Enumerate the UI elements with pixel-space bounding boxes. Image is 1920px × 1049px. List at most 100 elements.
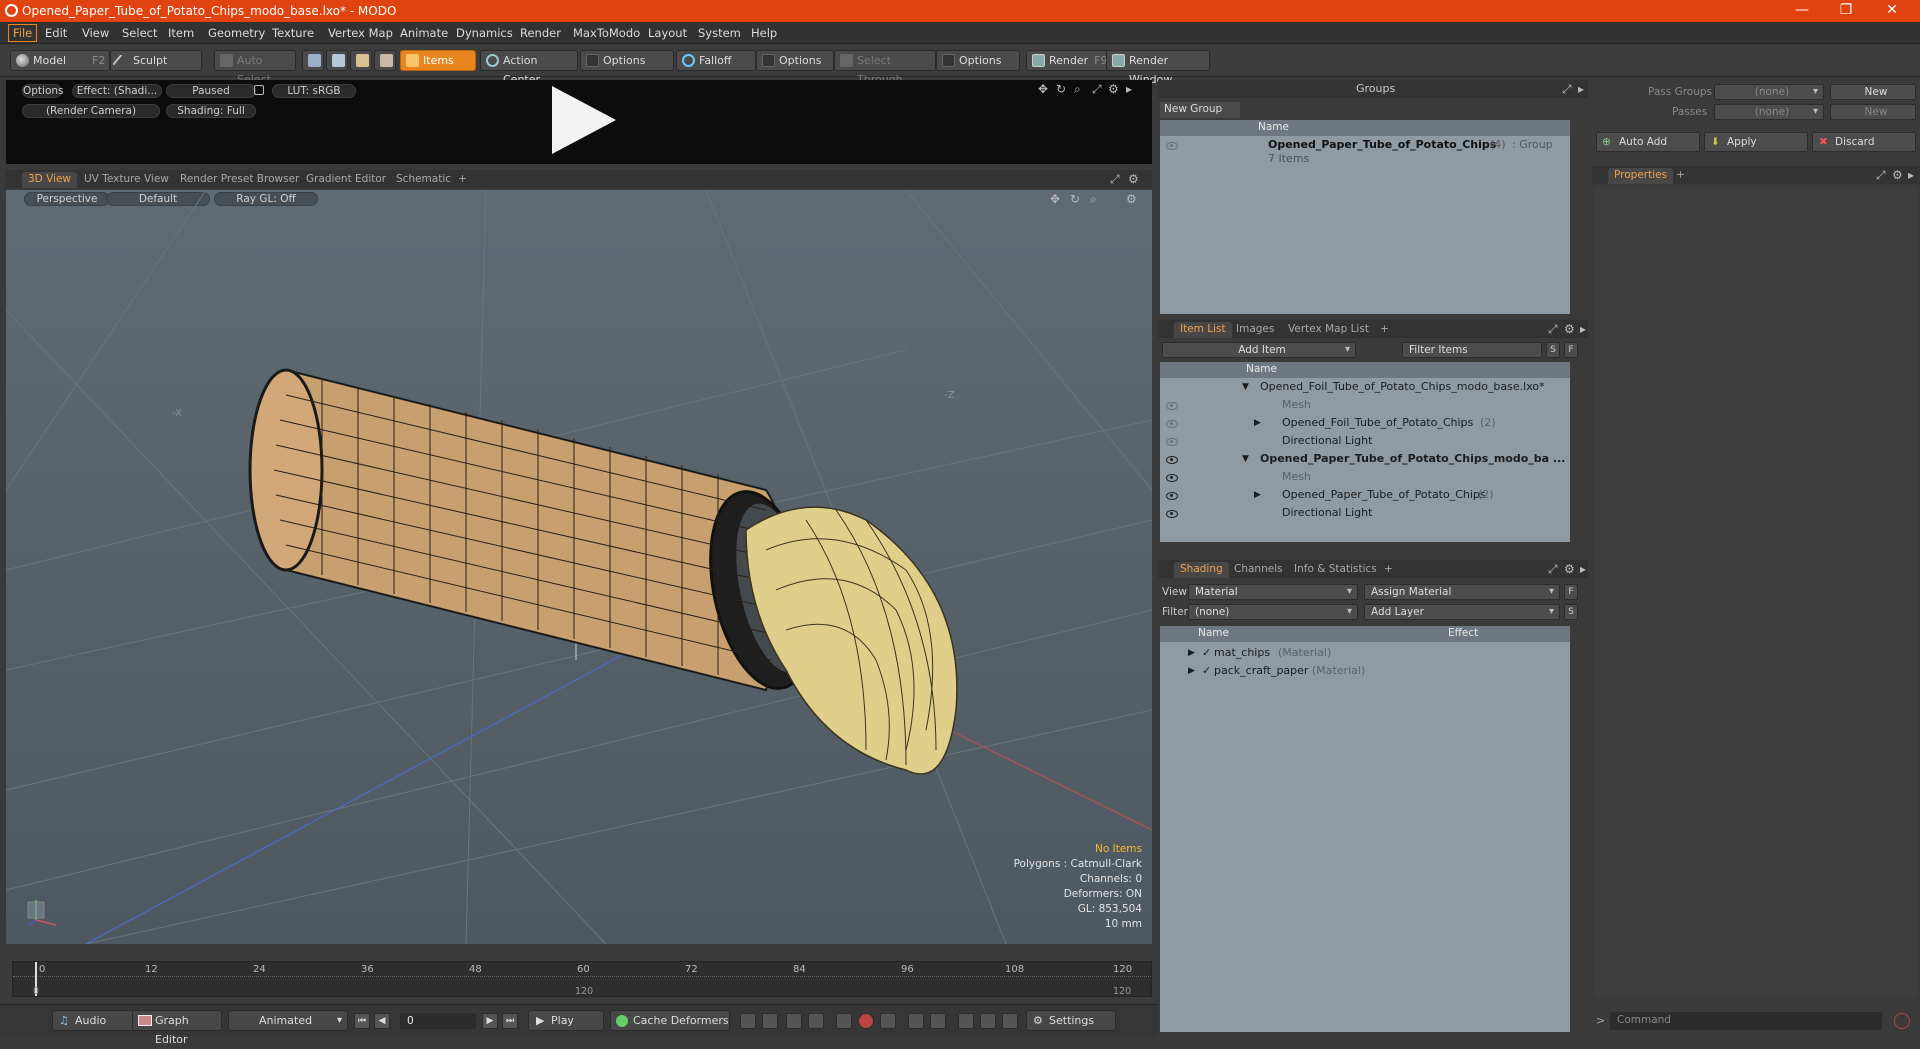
3d-viewport[interactable]: Perspective Default Ray GL: Off ✥ ↻ ⌕ ⚙ bbox=[6, 190, 1152, 944]
tab-info-statistics[interactable]: Info & Statistics bbox=[1288, 562, 1383, 578]
menu-view[interactable]: View bbox=[82, 26, 109, 40]
expand-arrow-icon[interactable]: ▶ bbox=[1188, 662, 1195, 680]
expand-arrow-icon[interactable]: ▸ bbox=[1126, 82, 1132, 96]
eye-icon[interactable] bbox=[1166, 510, 1178, 518]
minimize-button[interactable]: — bbox=[1782, 2, 1822, 20]
expand-arrow-icon[interactable]: ▶ bbox=[1254, 414, 1261, 432]
add-tab-button[interactable]: + bbox=[1378, 562, 1399, 578]
sculpt-mode-button[interactable]: Sculpt bbox=[110, 50, 202, 71]
prev-key-icon[interactable] bbox=[786, 1013, 802, 1029]
action-center-button[interactable]: Action Center bbox=[480, 50, 578, 86]
auto-select-button[interactable]: Auto Select bbox=[214, 50, 296, 86]
move-icon[interactable]: ✥ bbox=[1038, 82, 1048, 96]
items-mode-button[interactable]: Items bbox=[400, 50, 476, 71]
gear-icon[interactable]: ⚙ bbox=[1564, 322, 1575, 336]
filter-dropdown[interactable]: (none) bbox=[1188, 604, 1358, 620]
tree-row-scene-foil[interactable]: ▼ Opened_Foil_Tube_of_Potato_Chips_modo_… bbox=[1160, 378, 1570, 396]
expand-arrow-icon[interactable]: ▼ bbox=[1242, 450, 1249, 468]
materials-mode-button[interactable] bbox=[374, 50, 396, 71]
expand-arrow-icon[interactable]: ▶ bbox=[1254, 486, 1261, 504]
shader-row-pack-craft-paper[interactable]: ▶ ✓ pack_craft_paper (Material) bbox=[1160, 662, 1570, 680]
eye-icon[interactable] bbox=[1166, 456, 1178, 464]
menu-select[interactable]: Select bbox=[122, 26, 157, 40]
discard-button[interactable]: ✖ Discard bbox=[1812, 132, 1916, 152]
graph-editor-button[interactable]: Graph Editor bbox=[132, 1010, 222, 1046]
expand-arrow-icon[interactable]: ▸ bbox=[1580, 562, 1586, 576]
tab-images[interactable]: Images bbox=[1230, 322, 1280, 338]
eye-icon[interactable] bbox=[1166, 402, 1178, 410]
maximize-icon[interactable]: ⤢ bbox=[1562, 82, 1572, 97]
menu-layout[interactable]: Layout bbox=[648, 26, 687, 40]
menu-maxtomodo[interactable]: MaxToModo bbox=[573, 26, 640, 40]
eye-icon[interactable] bbox=[1166, 492, 1178, 500]
shader-row-mat-chips[interactable]: ▶ ✓ mat_chips (Material) bbox=[1160, 644, 1570, 662]
vertices-mode-button[interactable] bbox=[302, 50, 324, 71]
gear-icon[interactable]: ⚙ bbox=[1108, 82, 1119, 96]
shading-dropdown[interactable]: Shading: Full bbox=[166, 104, 256, 118]
lock-icon[interactable] bbox=[254, 85, 264, 95]
select-through-button[interactable]: Select Through bbox=[834, 50, 936, 86]
tree-row-light[interactable]: Directional Light bbox=[1160, 432, 1570, 450]
polygons-mode-button[interactable] bbox=[350, 50, 372, 71]
zoom-icon[interactable]: ⌕ bbox=[1074, 82, 1081, 97]
new-group-button[interactable]: New Group bbox=[1160, 102, 1240, 118]
eye-icon[interactable] bbox=[1166, 474, 1178, 482]
maximize-icon[interactable]: ⤢ bbox=[1092, 82, 1102, 97]
filter-items-input[interactable]: Filter Items bbox=[1402, 342, 1542, 358]
preview-options-button[interactable]: Options bbox=[22, 84, 64, 98]
menu-render[interactable]: Render bbox=[520, 26, 561, 40]
tab-render-preset-browser[interactable]: Render Preset Browser bbox=[174, 172, 305, 188]
tab-gradient-editor[interactable]: Gradient Editor bbox=[300, 172, 392, 188]
expand-arrow-icon[interactable]: ▶ bbox=[1188, 644, 1195, 662]
falloff-options-button[interactable]: Options bbox=[756, 50, 834, 71]
go-to-start-icon[interactable]: ⏮ bbox=[354, 1013, 370, 1029]
eye-icon[interactable] bbox=[1166, 142, 1178, 150]
eye-icon[interactable] bbox=[1166, 420, 1178, 428]
menu-animate[interactable]: Animate bbox=[400, 26, 448, 40]
menu-edit[interactable]: Edit bbox=[45, 26, 67, 40]
go-to-end-icon[interactable]: ⏭ bbox=[502, 1013, 518, 1029]
tree-row-scene-paper[interactable]: ▼ Opened_Paper_Tube_of_Potato_Chips_modo… bbox=[1160, 450, 1570, 468]
tab-schematic[interactable]: Schematic bbox=[390, 172, 457, 188]
passes-dropdown[interactable]: (none) bbox=[1714, 104, 1824, 120]
tree-row-group[interactable]: ▶ Opened_Foil_Tube_of_Potato_Chips (2) bbox=[1160, 414, 1570, 432]
expand-arrow-icon[interactable]: ▸ bbox=[1578, 82, 1584, 96]
view-dropdown[interactable]: Material bbox=[1188, 584, 1358, 600]
eye-icon[interactable] bbox=[1166, 438, 1178, 446]
stop-icon[interactable] bbox=[1894, 1013, 1910, 1029]
channel-link-icon[interactable] bbox=[980, 1013, 996, 1029]
add-layer-dropdown[interactable]: Add Layer bbox=[1364, 604, 1560, 620]
menu-item[interactable]: Item bbox=[168, 26, 194, 40]
maximize-icon[interactable]: ⤢ bbox=[1548, 322, 1558, 337]
edges-mode-button[interactable] bbox=[326, 50, 348, 71]
tab-properties[interactable]: Properties bbox=[1608, 168, 1674, 184]
paused-toggle[interactable]: Paused bbox=[166, 84, 256, 98]
current-frame-input[interactable]: 0 bbox=[400, 1013, 476, 1029]
tab-vertex-map-list[interactable]: Vertex Map List bbox=[1282, 322, 1375, 338]
menu-geometry[interactable]: Geometry bbox=[208, 26, 265, 40]
key-icon[interactable] bbox=[740, 1013, 756, 1029]
add-tab-button[interactable]: + bbox=[1374, 322, 1395, 338]
channel-filter-icon[interactable] bbox=[1002, 1013, 1018, 1029]
tab-uv-texture-view[interactable]: UV Texture View bbox=[78, 172, 175, 188]
maximize-icon[interactable]: ⤢ bbox=[1110, 172, 1120, 187]
close-button[interactable]: ✕ bbox=[1872, 2, 1912, 20]
delete-key-icon[interactable] bbox=[880, 1013, 896, 1029]
tab-channels[interactable]: Channels bbox=[1228, 562, 1289, 578]
assign-material-dropdown[interactable]: Assign Material bbox=[1364, 584, 1560, 600]
step-forward-icon[interactable]: ▶ bbox=[482, 1013, 498, 1029]
tab-shading[interactable]: Shading bbox=[1174, 562, 1229, 578]
step-back-icon[interactable]: ◀ bbox=[374, 1013, 390, 1029]
select-through-options-button[interactable]: Options bbox=[936, 50, 1020, 71]
play-button[interactable]: ▶ Play bbox=[528, 1010, 604, 1031]
pass-groups-dropdown[interactable]: (none) bbox=[1714, 84, 1824, 100]
model-mode-button[interactable]: Model F2 bbox=[10, 50, 110, 71]
maximize-icon[interactable]: ⤢ bbox=[1876, 168, 1886, 183]
add-tab-button[interactable]: + bbox=[1670, 168, 1691, 184]
expand-arrow-icon[interactable]: ▸ bbox=[1580, 322, 1586, 336]
maximize-icon[interactable]: ⤢ bbox=[1548, 562, 1558, 577]
falloff-button[interactable]: Falloff bbox=[676, 50, 756, 71]
rotate-icon[interactable]: ↻ bbox=[1056, 82, 1066, 96]
settings-button[interactable]: ⚙ Settings bbox=[1026, 1010, 1116, 1031]
lut-dropdown[interactable]: LUT: sRGB bbox=[272, 84, 356, 98]
